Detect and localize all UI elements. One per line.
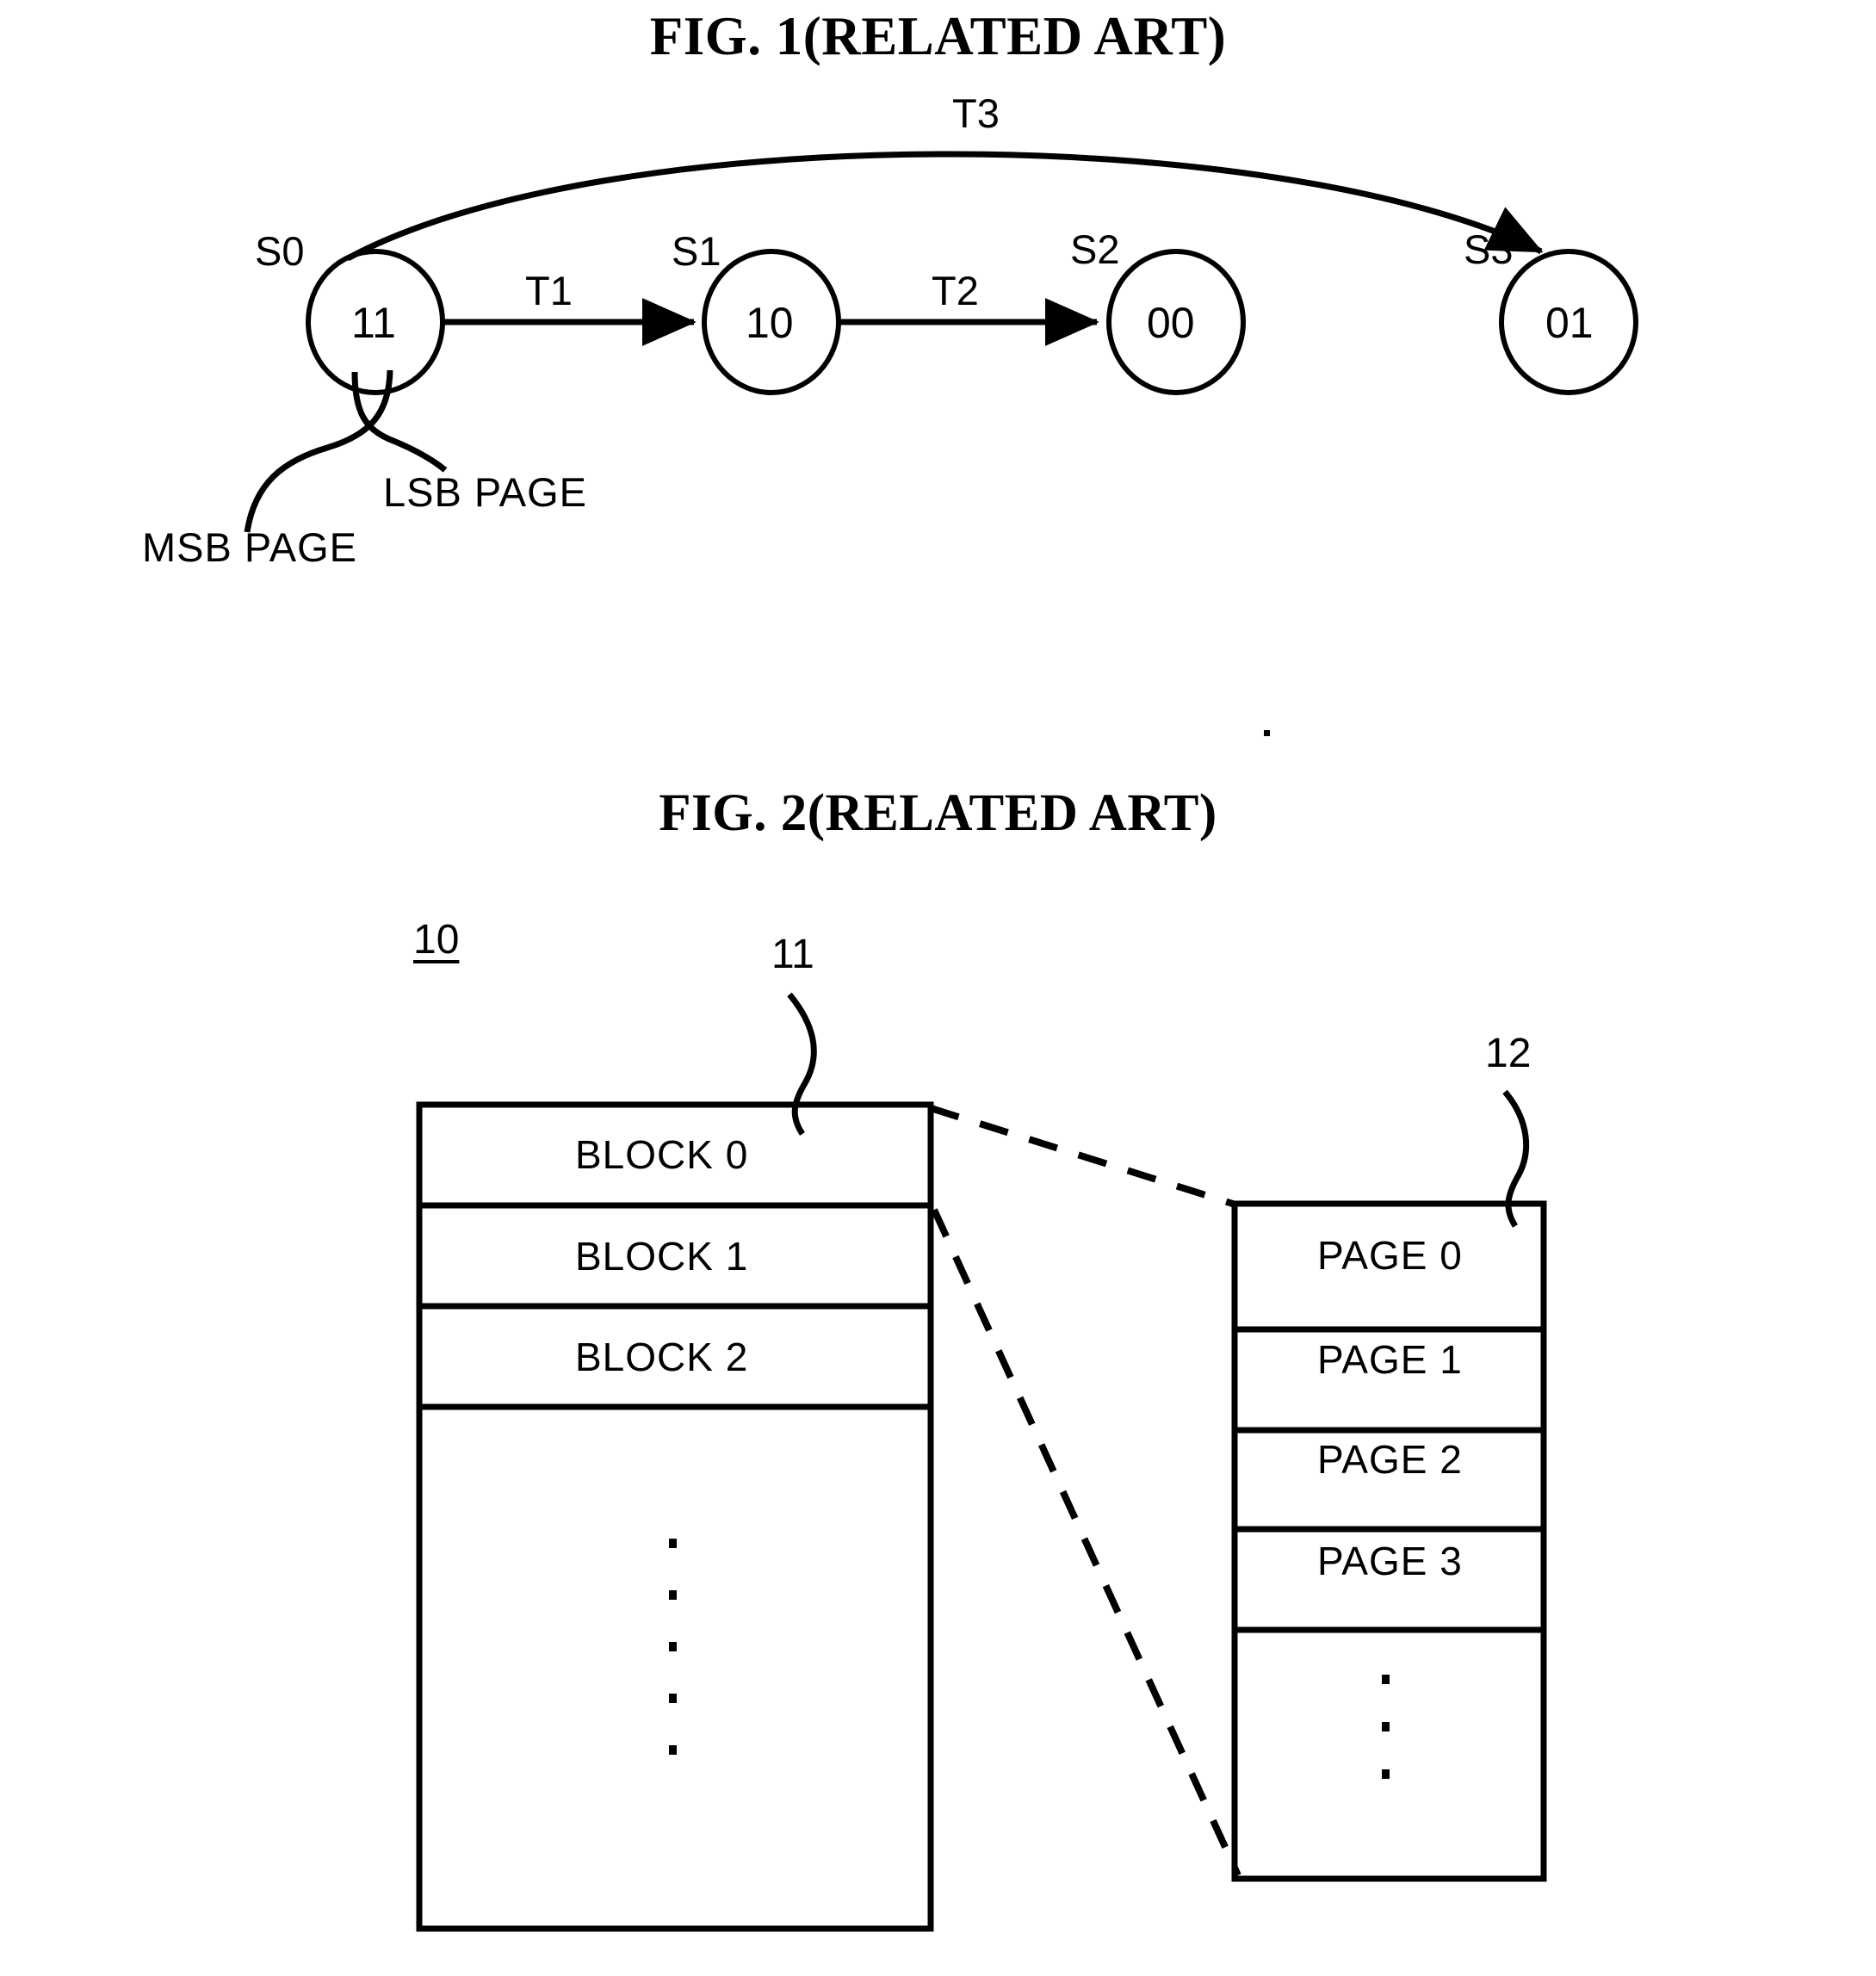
reference-numeral-12: 12 — [1485, 1031, 1532, 1076]
block-ellipsis-dot — [669, 1590, 677, 1600]
block-cell-label-2: BLOCK 2 — [575, 1335, 749, 1379]
figure-2-drawing — [416, 992, 1547, 1932]
expansion-dashed-line-bottom — [931, 1208, 1241, 1877]
block-cell-label-0: BLOCK 0 — [575, 1132, 749, 1177]
page-cell-label-0: PAGE 0 — [1317, 1233, 1463, 1278]
page-cell-label-1: PAGE 1 — [1317, 1337, 1463, 1382]
page-cell-label-2: PAGE 2 — [1317, 1437, 1463, 1482]
block-cell-label-1: BLOCK 1 — [575, 1234, 749, 1279]
page-ellipsis-dot — [1382, 1769, 1390, 1779]
page-cell-label-3: PAGE 3 — [1317, 1539, 1463, 1583]
block-ellipsis-dot — [669, 1642, 677, 1651]
block-ellipsis-dot — [669, 1745, 677, 1755]
reference-numeral-11: 11 — [771, 932, 814, 977]
page-ellipsis-dot — [1382, 1675, 1390, 1684]
expansion-dashed-line-top — [929, 1105, 1240, 1209]
block-table-outline — [416, 1101, 934, 1932]
block-ellipsis-dot — [669, 1539, 677, 1548]
patent-figure-sheet: FIG. 1(RELATED ART) S0 11 S1 10 S2 00 S3… — [0, 0, 1876, 1976]
reference-numeral-10: 10 — [413, 917, 460, 963]
ref-11-leader-line — [787, 992, 817, 1136]
page-ellipsis-dot — [1382, 1722, 1390, 1731]
block-ellipsis-dot — [669, 1694, 677, 1703]
